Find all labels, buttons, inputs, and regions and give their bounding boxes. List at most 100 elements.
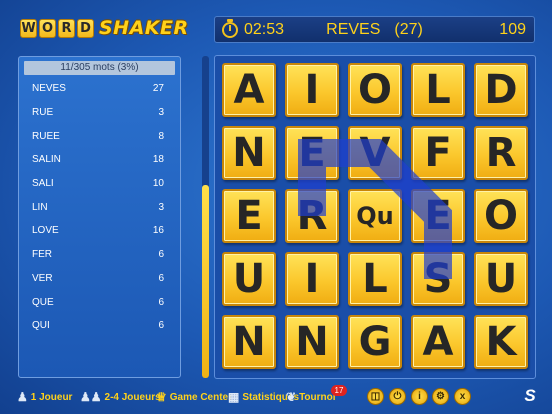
found-word: RUEE	[32, 130, 60, 142]
found-word: LOVE	[32, 225, 59, 237]
letter-tile[interactable]: N	[222, 126, 276, 180]
tournament-button[interactable]: ❦ Tournoi	[286, 390, 336, 404]
total-score: 109	[499, 21, 526, 38]
list-item[interactable]: FER 6	[19, 243, 180, 267]
s-logo-icon: S	[524, 386, 536, 405]
multi-player-label: 2-4 Joueurs	[104, 391, 161, 403]
power-icon: ⏻	[393, 391, 402, 402]
list-item[interactable]: LIN 3	[19, 195, 180, 219]
app-logo: WORD SHAKER	[20, 15, 189, 41]
progress-track	[202, 56, 209, 378]
found-word: QUE	[32, 296, 54, 308]
letter-tile[interactable]: E	[285, 126, 339, 180]
logo-text: SHAKER	[99, 17, 189, 39]
trophy-icon: ♕	[156, 390, 167, 404]
letter-tile[interactable]: L	[348, 252, 402, 306]
close-icon: x	[459, 391, 466, 402]
letter-tile[interactable]: U	[474, 252, 528, 306]
current-word-count: (27)	[394, 21, 423, 38]
found-word: QUI	[32, 320, 50, 332]
multi-player-button[interactable]: ♟♟ 2-4 Joueurs	[80, 390, 161, 404]
found-word: LIN	[32, 201, 48, 213]
word-score: 3	[158, 201, 164, 213]
shop-button[interactable]: ◫	[367, 388, 384, 405]
letter-tile[interactable]: E	[411, 189, 465, 243]
game-center-button[interactable]: ♕ Game Center	[156, 390, 232, 404]
status-bar: 02:53 REVES (27) 109	[214, 16, 535, 43]
found-word: VER	[32, 272, 53, 284]
publisher-logo-button[interactable]: S	[519, 386, 541, 406]
found-words-list[interactable]: NEVES 27 RUE 3 RUEE 8 SALIN 18 SALI 10 LIN 3 LOVE 16 F…	[19, 77, 180, 338]
letter-tile[interactable]: L	[411, 63, 465, 117]
found-word: SALI	[32, 178, 54, 190]
logo-tile: D	[77, 18, 94, 38]
words-found-summary: 11/305 mots (3%)	[24, 61, 175, 75]
letter-tile[interactable]: O	[474, 189, 528, 243]
word-score: 6	[158, 320, 164, 332]
cart-icon: ◫	[370, 391, 381, 402]
logo-tiles: WORD	[20, 18, 94, 38]
letter-tile[interactable]: I	[285, 63, 339, 117]
list-item[interactable]: QUI 6	[19, 314, 180, 338]
tournament-label: Tournoi	[299, 391, 336, 403]
letter-tile[interactable]: N	[285, 315, 339, 369]
letter-tile[interactable]: E	[222, 189, 276, 243]
word-score: 3	[158, 107, 164, 119]
word-score: 8	[158, 130, 164, 142]
list-item[interactable]: NEVES 27	[19, 77, 180, 101]
letter-tile[interactable]: K	[474, 315, 528, 369]
word-score: 16	[152, 225, 164, 237]
letter-tile[interactable]: G	[348, 315, 402, 369]
list-item[interactable]: RUEE 8	[19, 124, 180, 148]
progress-fill	[202, 184, 209, 378]
letter-tile[interactable]: S	[411, 252, 465, 306]
list-item[interactable]: VER 6	[19, 267, 180, 291]
stats-icon: ▦	[228, 390, 240, 404]
current-word-text: REVES	[326, 21, 381, 38]
letter-tile[interactable]: R	[285, 189, 339, 243]
tournament-badge: 17	[331, 385, 347, 396]
found-words-panel[interactable]: 11/305 mots (3%) NEVES 27 RUE 3 RUEE 8 SALIN 18…	[18, 56, 181, 378]
settings-button[interactable]: ⚙	[432, 388, 449, 405]
logo-tile: R	[58, 18, 75, 38]
list-item[interactable]: SALIN 18	[19, 148, 180, 172]
list-item[interactable]: LOVE 16	[19, 219, 180, 243]
letter-tile[interactable]: Qu	[348, 189, 402, 243]
power-button[interactable]: ⏻	[389, 388, 406, 405]
list-item[interactable]: QUE 6	[19, 290, 180, 314]
letter-tile[interactable]: D	[474, 63, 528, 117]
word-score: 18	[152, 154, 164, 166]
letter-tile[interactable]: O	[348, 63, 402, 117]
word-score: 27	[152, 83, 164, 95]
close-button[interactable]: x	[454, 388, 471, 405]
letter-tile[interactable]: V	[348, 126, 402, 180]
word-score: 6	[158, 249, 164, 261]
current-word: REVES (27)	[215, 21, 534, 39]
one-player-label: 1 Joueur	[30, 391, 73, 403]
list-item[interactable]: SALI 10	[19, 172, 180, 196]
found-word: SALIN	[32, 154, 61, 166]
people-icon: ♟♟	[80, 390, 102, 404]
word-score: 6	[158, 296, 164, 308]
word-score: 6	[158, 272, 164, 284]
laurel-icon: ❦	[286, 390, 297, 404]
found-word: FER	[32, 249, 52, 261]
letter-tile[interactable]: A	[411, 315, 465, 369]
info-icon: i	[418, 391, 421, 402]
letter-tile[interactable]: F	[411, 126, 465, 180]
letter-tile[interactable]: A	[222, 63, 276, 117]
found-word: NEVES	[32, 83, 66, 95]
logo-tile: W	[20, 18, 37, 38]
letter-tile[interactable]: U	[222, 252, 276, 306]
logo-tile: O	[39, 18, 56, 38]
gear-icon: ⚙	[436, 391, 445, 402]
letter-tile[interactable]: N	[222, 315, 276, 369]
found-word: RUE	[32, 107, 54, 119]
one-player-button[interactable]: ♟ 1 Joueur	[17, 390, 72, 404]
game-center-label: Game Center	[169, 391, 233, 403]
letter-tile[interactable]: I	[285, 252, 339, 306]
person-icon: ♟	[17, 390, 28, 404]
letter-tile[interactable]: R	[474, 126, 528, 180]
info-button[interactable]: i	[411, 388, 428, 405]
list-item[interactable]: RUE 3	[19, 101, 180, 125]
